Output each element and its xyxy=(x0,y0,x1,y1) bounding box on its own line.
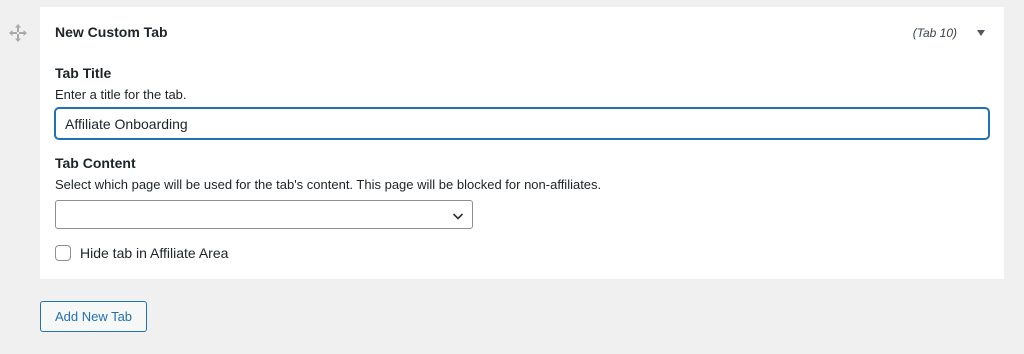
tab-number: (Tab 10) xyxy=(912,26,957,40)
hide-tab-label[interactable]: Hide tab in Affiliate Area xyxy=(80,245,228,261)
tab-title-description: Enter a title for the tab. xyxy=(55,87,187,102)
tab-title-label: Tab Title xyxy=(55,65,112,81)
tab-content-label: Tab Content xyxy=(55,155,136,171)
panel-header[interactable]: New Custom Tab (Tab 10) xyxy=(40,7,1004,57)
add-new-tab-button[interactable]: Add New Tab xyxy=(40,301,147,332)
page: New Custom Tab (Tab 10) Tab Title Enter … xyxy=(0,0,1024,354)
tab-content-select[interactable] xyxy=(55,200,473,229)
move-arrows-icon[interactable] xyxy=(8,23,28,43)
tab-content-description: Select which page will be used for the t… xyxy=(55,177,602,192)
custom-tab-panel: New Custom Tab (Tab 10) Tab Title Enter … xyxy=(40,7,1004,279)
triangle-down-icon[interactable] xyxy=(974,26,988,40)
panel-title: New Custom Tab xyxy=(55,24,168,40)
chevron-down-icon xyxy=(452,209,464,221)
hide-tab-checkbox[interactable] xyxy=(55,245,71,261)
tab-title-input[interactable] xyxy=(55,108,989,139)
